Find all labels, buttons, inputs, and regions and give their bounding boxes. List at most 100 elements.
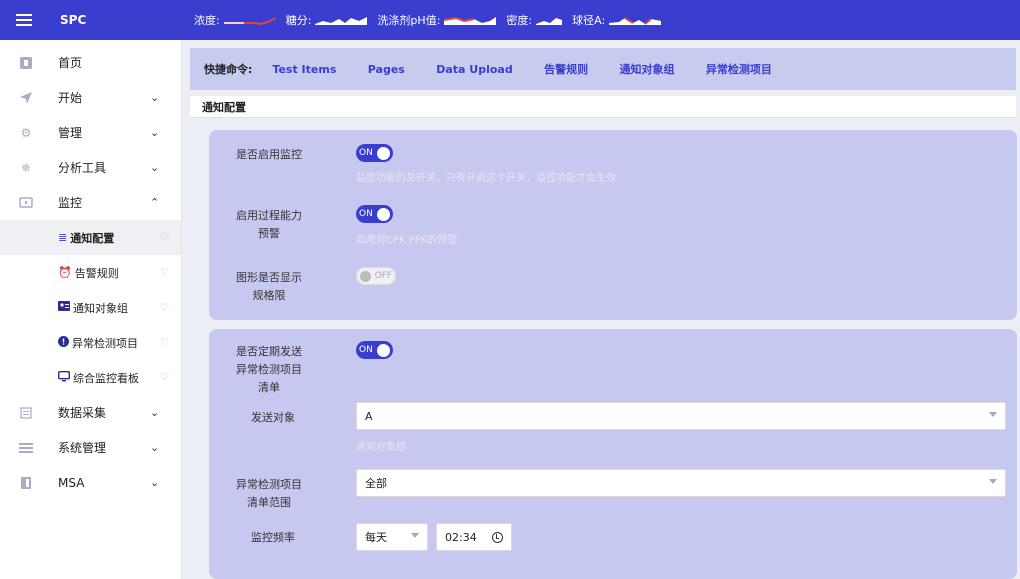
time-value: 02:34	[445, 530, 477, 544]
quick-command[interactable]: Data Upload ✕	[436, 63, 524, 76]
favorite-icon[interactable]: ♡	[160, 372, 169, 383]
sidebar-item-label: 监控	[58, 196, 83, 210]
quick-command-label: 异常检测项目	[705, 63, 772, 76]
main-content: 快捷命令: Test Items ✕ Pages ✕ Data Upload ✕ 告警…	[190, 48, 1017, 579]
send-icon	[18, 90, 34, 106]
toggle-knob	[377, 343, 390, 357]
chevron-down-icon: ⌄	[150, 476, 160, 489]
favorite-icon[interactable]: ♡	[160, 267, 169, 278]
metric-density: 密度:	[506, 12, 563, 28]
frequency-period-select[interactable]: 每天	[356, 523, 428, 551]
sidebar-subitem-dashboard[interactable]: 综合监控看板 ♡	[0, 360, 181, 395]
sidebar-item-analysis[interactable]: ✵ 分析工具 ⌄	[0, 150, 181, 185]
sidebar-item-label: 分析工具	[58, 161, 107, 175]
periodic-send-toggle[interactable]: ON	[356, 341, 393, 359]
favorite-icon[interactable]: ♡	[160, 232, 169, 243]
favorite-icon[interactable]: ♡	[160, 337, 169, 348]
metric-label: 浓度:	[194, 14, 220, 27]
chevron-down-icon: ⌄	[150, 91, 160, 104]
chevron-down-icon	[411, 533, 419, 538]
close-icon[interactable]: ✕	[408, 64, 416, 75]
display-icon	[57, 370, 71, 385]
scope-select[interactable]: 全部	[356, 469, 1006, 497]
sparkline-icon	[223, 17, 276, 25]
enable-monitor-hint: 监控功能的总开关，只有开启这个开关，监控功能才会生效	[356, 173, 616, 184]
label-line: 启用过程能力	[236, 209, 302, 222]
sub-label-wrap: ≣ 通知配置	[58, 230, 114, 246]
chevron-down-icon: ⌄	[150, 406, 160, 419]
sidebar-subitem-anomaly-items[interactable]: 异常检测项目 ♡	[0, 325, 181, 360]
close-icon[interactable]: ✕	[775, 64, 783, 75]
quick-command[interactable]: 异常检测项目 ✕	[706, 61, 783, 77]
frequency-time-input[interactable]: 02:34	[436, 523, 512, 551]
sidebar-subitem-label: 通知对象组	[73, 301, 128, 315]
chevron-up-icon: ⌃	[150, 196, 160, 209]
close-icon[interactable]: ✕	[339, 64, 347, 75]
top-header: SPC 浓度: 糖分: 洗涤剂pH值: 密度: 球径A:	[0, 0, 1020, 40]
sparkle-icon: ✵	[20, 160, 32, 175]
sliders-icon: ≣	[58, 231, 68, 244]
quick-command-label: 通知对象组	[619, 63, 675, 76]
toggle-knob	[360, 270, 371, 282]
sidebar-subitem-notify-config[interactable]: ≣ 通知配置 ♡	[0, 220, 181, 255]
spec-limits-label: 图形是否显示 规格限	[229, 269, 309, 303]
send-target-hint: 通知对象组	[356, 442, 406, 453]
process-capability-hint: 启用对CPK PPK的预警	[356, 235, 458, 246]
sub-label-wrap: 异常检测项目	[58, 335, 138, 351]
menu-icon[interactable]	[0, 0, 48, 40]
close-icon[interactable]: ✕	[516, 64, 524, 75]
sparkline-icon	[609, 17, 662, 25]
sidebar-item-start[interactable]: 开始 ⌄	[0, 80, 181, 115]
metric-label: 洗涤剂pH值:	[377, 14, 441, 27]
select-value: A	[365, 409, 373, 423]
sidebar-subitem-alarm-rules[interactable]: ⏰ 告警规则 ♡	[0, 255, 181, 290]
spec-limits-toggle[interactable]: OFF	[356, 267, 396, 285]
close-icon[interactable]: ✕	[678, 64, 686, 75]
periodic-send-label: 是否定期发送 异常检测项目 清单	[229, 343, 309, 395]
periodic-send-panel: 是否定期发送 异常检测项目 清单 ON 发送对象 A 通知对象组 异常检测项目 …	[209, 329, 1017, 579]
sidebar-item-label: 开始	[58, 91, 83, 105]
metric-label: 糖分:	[285, 14, 312, 27]
gear-icon: ⚙	[20, 125, 32, 140]
label-line: 异常检测项目	[236, 478, 302, 491]
toggle-state-text: ON	[359, 209, 373, 219]
label-line: 图形是否显示	[236, 271, 302, 284]
metric-sugar: 糖分:	[286, 12, 368, 28]
sidebar-item-system[interactable]: 系统管理 ⌄	[0, 430, 181, 465]
list-icon	[18, 440, 34, 456]
chevron-down-icon: ⌄	[150, 161, 160, 174]
sidebar-item-home[interactable]: 首页	[0, 45, 181, 80]
ruler-icon	[18, 475, 34, 491]
section-title: 通知配置	[190, 96, 1016, 118]
sidebar-item-data-collection[interactable]: 数据采集 ⌄	[0, 395, 181, 430]
enable-monitor-label: 是否启用监控	[236, 148, 302, 161]
app-title: SPC	[60, 13, 87, 27]
sidebar-item-manage[interactable]: ⚙ 管理 ⌄	[0, 115, 181, 150]
close-icon[interactable]: ✕	[591, 64, 599, 75]
metric-label: 球径A:	[572, 14, 606, 27]
sidebar-subitem-notify-groups[interactable]: 通知对象组 ♡	[0, 290, 181, 325]
quick-command[interactable]: 告警规则 ✕	[544, 61, 599, 77]
send-target-label: 发送对象	[251, 411, 295, 424]
metric-label: 密度:	[506, 14, 533, 27]
sidebar-item-msa[interactable]: MSA ⌄	[0, 465, 181, 500]
sidebar-subitem-label: 异常检测项目	[72, 336, 138, 350]
quick-command[interactable]: Test Items ✕	[272, 63, 347, 76]
send-target-select[interactable]: A	[356, 402, 1006, 430]
enable-monitor-toggle[interactable]: ON	[356, 144, 393, 162]
scope-label: 异常检测项目 清单范围	[229, 476, 309, 510]
quick-command-label: Data Upload	[436, 62, 513, 76]
sidebar-item-label: 首页	[58, 56, 83, 70]
sidebar-item-monitor[interactable]: 监控 ⌃	[0, 185, 181, 220]
sub-label-wrap: 通知对象组	[58, 300, 128, 316]
quick-command[interactable]: 通知对象组 ✕	[620, 61, 686, 77]
toggle-state-text: ON	[359, 148, 373, 158]
quick-command[interactable]: Pages ✕	[368, 63, 416, 76]
label-line: 异常检测项目	[236, 363, 302, 376]
sidebar-item-label: 系统管理	[58, 441, 107, 455]
sparkline-icon	[315, 17, 368, 25]
favorite-icon[interactable]: ♡	[160, 302, 169, 313]
process-capability-toggle[interactable]: ON	[356, 205, 393, 223]
sidebar-item-label: MSA	[58, 475, 85, 490]
label-line: 预警	[258, 227, 280, 240]
